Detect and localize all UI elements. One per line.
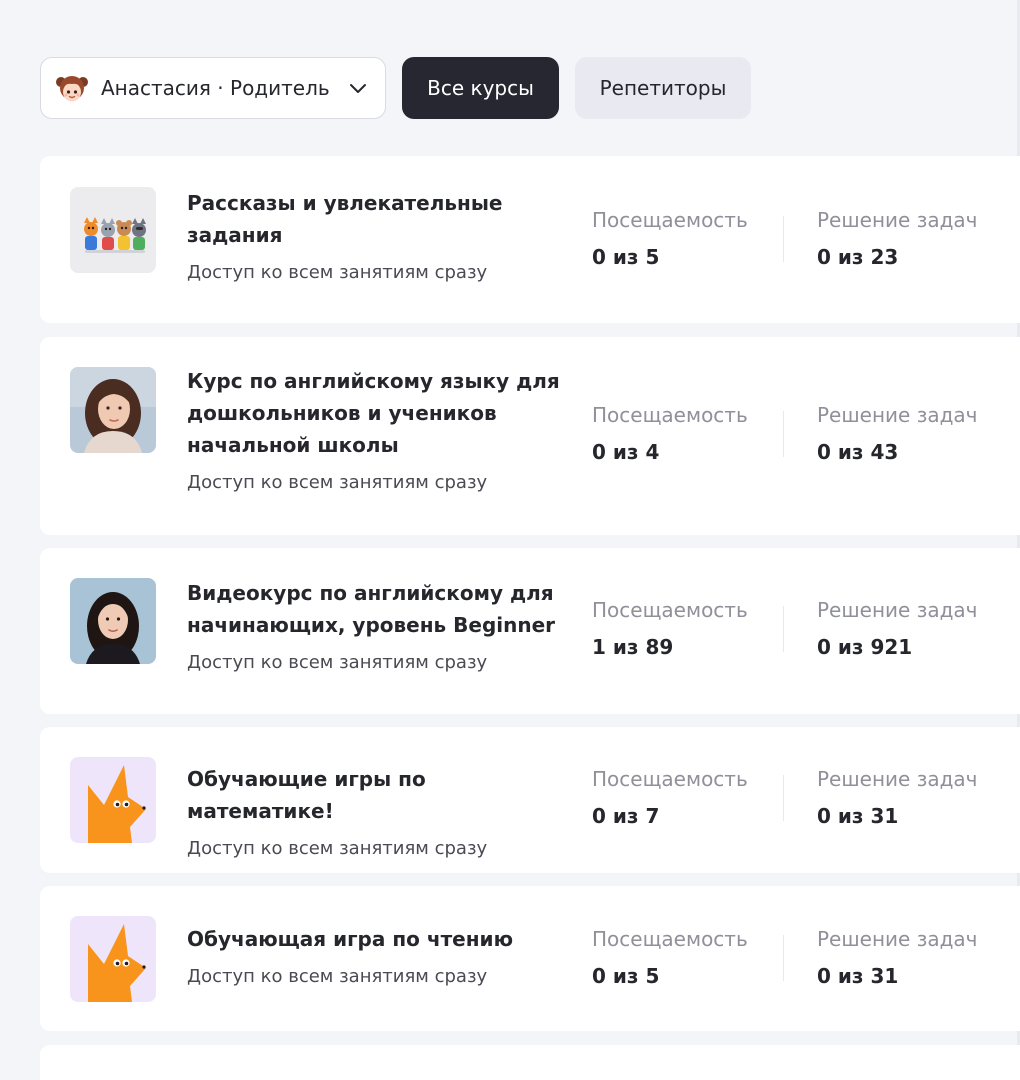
tasks-stat: Решение задач 0 из 23 bbox=[817, 208, 978, 269]
attendance-value: 0 из 5 bbox=[592, 964, 660, 988]
profile-selector[interactable]: Анастасия · Родитель bbox=[40, 57, 386, 119]
attendance-value: 0 из 5 bbox=[592, 245, 660, 269]
tasks-stat: Решение задач 0 из 31 bbox=[817, 767, 978, 828]
tasks-label: Решение задач bbox=[817, 403, 978, 427]
attendance-stat: Посещаемость 1 из 89 bbox=[592, 598, 748, 659]
tasks-label: Решение задач bbox=[817, 208, 978, 232]
tab-tutors[interactable]: Репетиторы bbox=[575, 57, 751, 119]
stat-divider bbox=[783, 775, 784, 821]
tasks-value: 0 из 921 bbox=[817, 635, 913, 659]
course-access-text: Доступ ко всем занятиям сразу bbox=[187, 262, 488, 283]
tasks-value: 0 из 23 bbox=[817, 245, 899, 269]
course-info: Обучающие игры по математике! Доступ ко … bbox=[187, 763, 567, 861]
course-card[interactable]: Видеокурс по английскому для начинающих,… bbox=[40, 548, 1020, 714]
girl-avatar-icon bbox=[56, 76, 88, 102]
tasks-stat: Решение задач 0 из 43 bbox=[817, 403, 978, 464]
course-title[interactable]: Обучающая игра по чтению bbox=[187, 923, 567, 955]
teacher-photo-thumbnail bbox=[70, 367, 156, 453]
course-title[interactable]: Курс по английскому языку для дошкольник… bbox=[187, 365, 567, 461]
tasks-label: Решение задач bbox=[817, 598, 978, 622]
attendance-value: 0 из 4 bbox=[592, 440, 660, 464]
tab-all-courses[interactable]: Все курсы bbox=[402, 57, 559, 119]
course-access-text: Доступ ко всем занятиям сразу bbox=[187, 472, 488, 493]
top-controls: Анастасия · Родитель Все курсы Репетитор… bbox=[40, 57, 751, 119]
fox-thumbnail bbox=[70, 916, 156, 1002]
attendance-stat: Посещаемость 0 из 4 bbox=[592, 403, 748, 464]
stat-divider bbox=[783, 216, 784, 262]
tasks-label: Решение задач bbox=[817, 927, 978, 951]
teacher-photo-thumbnail bbox=[70, 578, 156, 664]
course-title[interactable]: Рассказы и увлекательные задания bbox=[187, 187, 567, 251]
course-access-text: Доступ ко всем занятиям сразу bbox=[187, 966, 488, 987]
attendance-label: Посещаемость bbox=[592, 927, 748, 951]
course-info: Видеокурс по английскому для начинающих,… bbox=[187, 577, 567, 675]
attendance-label: Посещаемость bbox=[592, 598, 748, 622]
attendance-stat: Посещаемость 0 из 5 bbox=[592, 208, 748, 269]
profile-name: Анастасия · Родитель bbox=[101, 76, 330, 100]
tasks-value: 0 из 31 bbox=[817, 964, 899, 988]
tasks-stat: Решение задач 0 из 31 bbox=[817, 927, 978, 988]
attendance-value: 0 из 7 bbox=[592, 804, 660, 828]
stat-divider bbox=[783, 606, 784, 652]
attendance-label: Посещаемость bbox=[592, 403, 748, 427]
attendance-stat: Посещаемость 0 из 5 bbox=[592, 927, 748, 988]
stat-divider bbox=[783, 935, 784, 981]
fox-thumbnail bbox=[70, 757, 156, 843]
course-access-text: Доступ ко всем занятиям сразу bbox=[187, 838, 488, 859]
course-access-text: Доступ ко всем занятиям сразу bbox=[187, 652, 488, 673]
attendance-label: Посещаемость bbox=[592, 208, 748, 232]
tasks-value: 0 из 31 bbox=[817, 804, 899, 828]
course-info: Курс по английскому языку для дошкольник… bbox=[187, 365, 567, 495]
course-card[interactable]: Рассказы и увлекательные задания Доступ … bbox=[40, 156, 1020, 323]
course-card[interactable]: Обучающие игры по математике! Доступ ко … bbox=[40, 727, 1020, 873]
tasks-label: Решение задач bbox=[817, 767, 978, 791]
tasks-value: 0 из 43 bbox=[817, 440, 899, 464]
course-card-partial[interactable] bbox=[40, 1045, 1020, 1080]
cartoon-animals-thumbnail bbox=[70, 187, 156, 273]
attendance-value: 1 из 89 bbox=[592, 635, 674, 659]
course-title[interactable]: Видеокурс по английскому для начинающих,… bbox=[187, 577, 567, 641]
course-info: Обучающая игра по чтению Доступ ко всем … bbox=[187, 923, 567, 989]
attendance-stat: Посещаемость 0 из 7 bbox=[592, 767, 748, 828]
course-card[interactable]: Курс по английскому языку для дошкольник… bbox=[40, 337, 1020, 535]
tasks-stat: Решение задач 0 из 921 bbox=[817, 598, 978, 659]
attendance-label: Посещаемость bbox=[592, 767, 748, 791]
course-card[interactable]: Обучающая игра по чтению Доступ ко всем … bbox=[40, 886, 1020, 1031]
stat-divider bbox=[783, 411, 784, 457]
course-info: Рассказы и увлекательные задания Доступ … bbox=[187, 187, 567, 285]
course-title[interactable]: Обучающие игры по математике! bbox=[187, 763, 567, 827]
chevron-down-icon bbox=[350, 84, 366, 93]
